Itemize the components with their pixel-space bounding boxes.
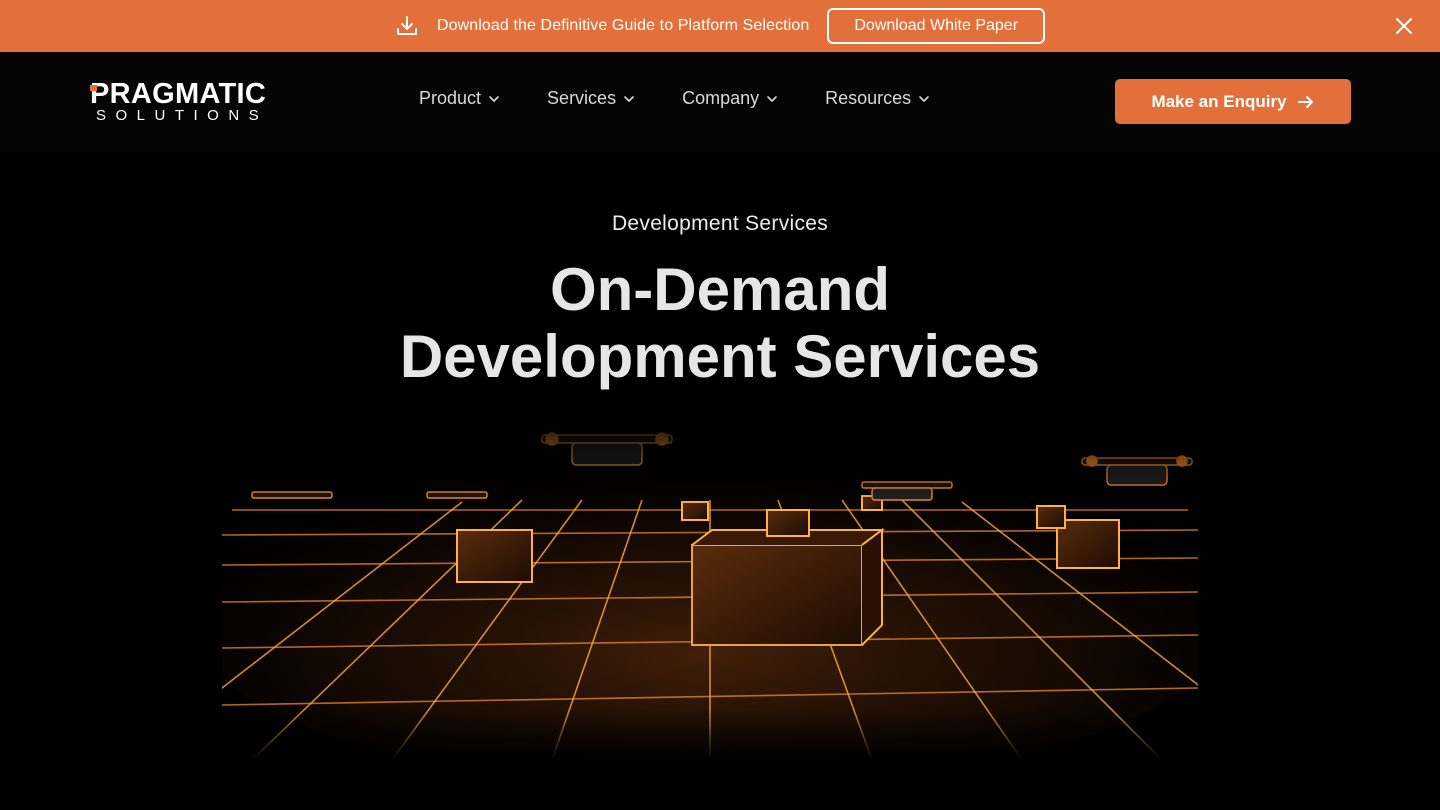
nav-item-label: Product	[419, 88, 482, 108]
close-icon[interactable]	[1394, 16, 1414, 36]
hero-title-line-1: On-Demand	[549, 256, 891, 323]
nav-item-company[interactable]: Company	[682, 88, 778, 109]
chevron-down-icon	[918, 93, 930, 105]
logo-wordmark: PRAGMATIC	[90, 78, 280, 110]
nav-item-label: Resources	[825, 88, 912, 108]
glowing-grid-drones-illustration	[222, 420, 1198, 760]
chevron-down-icon	[488, 93, 500, 105]
download-icon	[395, 14, 419, 38]
chevron-down-icon	[766, 93, 778, 105]
hero-title-line-2: Development Services	[399, 323, 1041, 390]
logo[interactable]: PRAGMATIC SOLUTIONS	[90, 80, 280, 124]
make-an-enquiry-button[interactable]: Make an Enquiry	[1115, 79, 1351, 124]
promo-banner-text: Download the Definitive Guide to Platfor…	[436, 17, 810, 34]
logo-main-text: PRAGMATIC	[90, 78, 267, 110]
nav-item-label: Services	[547, 88, 617, 108]
nav-item-resources[interactable]: Resources	[825, 88, 930, 109]
hero-eyebrow: Development Services	[611, 212, 829, 235]
logo-subtext: SOLUTIONS	[96, 107, 269, 124]
site-header: PRAGMATIC SOLUTIONS Product Services Com…	[0, 52, 1440, 152]
hero-title: On-Demand Development Services	[0, 256, 1440, 390]
cta-label: Make an Enquiry	[1151, 91, 1287, 111]
hero-illustration	[222, 420, 1198, 760]
chevron-down-icon	[623, 93, 635, 105]
promo-banner-content: Download the Definitive Guide to Platfor…	[395, 8, 1046, 44]
nav-item-services[interactable]: Services	[547, 88, 635, 109]
promo-banner: Download the Definitive Guide to Platfor…	[0, 0, 1440, 52]
main-nav: Product Services Company Resources	[419, 88, 977, 109]
nav-item-label: Company	[682, 88, 760, 108]
nav-item-product[interactable]: Product	[419, 88, 500, 109]
arrow-right-icon	[1297, 93, 1315, 111]
logo-accent-mark	[90, 85, 97, 91]
download-white-paper-button[interactable]: Download White Paper	[827, 8, 1046, 44]
